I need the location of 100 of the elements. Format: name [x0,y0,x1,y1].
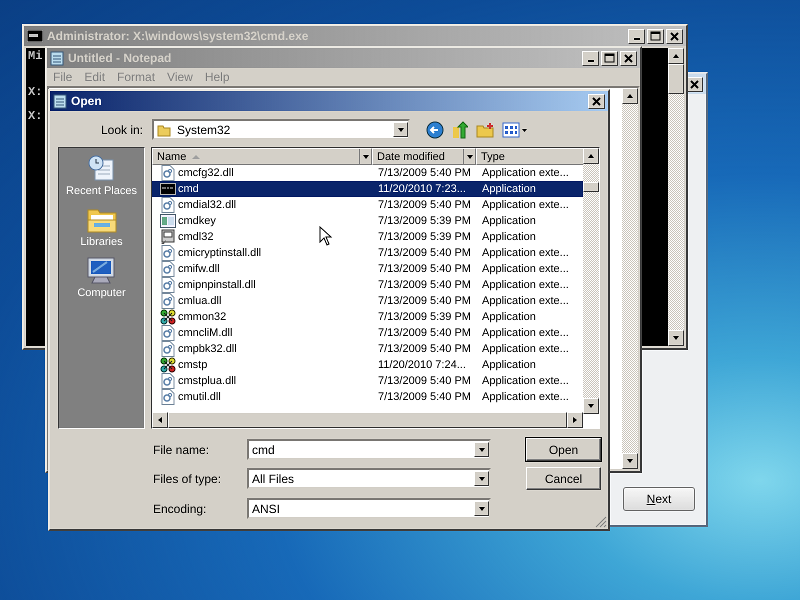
date-modified: 7/13/2009 5:40 PM [377,263,472,275]
scroll-bar[interactable] [583,148,599,414]
file-row[interactable]: cmd 11/20/2010 7:23... Application [152,181,583,197]
down-arrow-icon [587,402,595,410]
minimize-button[interactable] [628,28,645,44]
file-type: Application exte... [481,295,570,307]
cancel-button[interactable]: Cancel [526,467,601,490]
file-row[interactable]: cmdial32.dll 7/13/2009 5:40 PM Application exte... [152,197,583,213]
file-row[interactable]: cmlua.dll 7/13/2009 5:40 PM Application exte... [152,293,583,309]
file-type: Application exte... [481,199,570,211]
file-name: cmstp [178,359,208,371]
place-label[interactable]: Libraries [80,236,123,248]
file-type: Application exte... [481,375,570,387]
scroll-bar[interactable] [668,48,684,346]
file-row[interactable]: cmicryptinstall.dll 7/13/2009 5:40 PM Application exte... [152,245,583,261]
window-title: Untitled - Notepad [68,51,172,65]
scroll-thumb[interactable] [583,182,599,192]
file-name: cmdl32 [178,231,214,243]
scroll-thumb[interactable] [668,64,684,94]
file-name: cmcfg32.dll [178,167,234,179]
file-type: Application exte... [481,263,570,275]
maximize-icon [602,52,617,64]
file-type: Application exte... [481,279,570,291]
up-folder-icon[interactable] [452,120,468,138]
gear-file-icon [161,261,175,277]
back-icon[interactable] [426,120,444,138]
file-row[interactable]: cmstplua.dll 7/13/2009 5:40 PM Application exte... [152,373,583,389]
file-row[interactable]: cmstp 11/20/2010 7:24... Application [152,357,583,373]
file-type: Application exte... [481,327,570,339]
new-folder-icon[interactable] [476,122,494,138]
network-nodes-icon [160,309,176,325]
file-name: cmdkey [178,215,216,227]
file-type: Application exte... [481,167,570,179]
mouse-pointer-icon [319,226,333,246]
close-button[interactable] [620,50,637,66]
minimize-button[interactable] [582,50,599,66]
minimize-icon [588,60,594,62]
file-type: Application [481,183,537,195]
gear-file-icon [161,245,175,261]
file-row[interactable]: cmpbk32.dll 7/13/2009 5:40 PM Application exte... [152,341,583,357]
place-label[interactable]: Recent Places [66,185,137,197]
window-title: Administrator: X:\windows\system32\cmd.exe [47,29,310,43]
date-modified: 11/20/2010 7:24... [377,359,467,371]
file-row[interactable]: cmcfg32.dll 7/13/2009 5:40 PM Application exte... [152,165,583,181]
file-name: cmpbk32.dll [178,343,237,355]
encoding-dropdown[interactable]: ANSI [247,498,491,519]
look-in-label: Look in: [100,122,143,136]
date-modified: 7/13/2009 5:40 PM [377,327,472,339]
scroll-bar[interactable] [622,88,638,469]
caret-icon [396,126,404,134]
gear-file-icon [161,325,175,341]
down-arrow-icon [626,457,634,465]
file-row[interactable]: cmmon32 7/13/2009 5:39 PM Application [152,309,583,325]
gear-file-icon [161,341,175,357]
next-button[interactable]: Next [623,487,695,511]
resize-grip-icon[interactable] [595,516,607,528]
view-menu-icon[interactable] [502,122,528,138]
date-modified: 7/13/2009 5:39 PM [377,311,472,323]
file-name: cmd [178,183,199,195]
close-button[interactable] [588,94,605,108]
dialog-title: Open [71,94,103,108]
caret-icon [478,504,486,512]
gear-file-icon [161,373,175,389]
file-type: Application [481,215,537,227]
notepad-icon [50,50,64,66]
right-arrow-icon [571,416,579,424]
maximize-button[interactable] [647,28,664,44]
open-button[interactable]: Open [526,438,601,461]
column-header[interactable]: Type [476,148,583,165]
file-type-dropdown[interactable]: All Files [247,468,491,489]
file-type: Application [481,311,537,323]
up-arrow-icon [626,92,634,100]
file-row[interactable]: cmifw.dll 7/13/2009 5:40 PM Application exte... [152,261,583,277]
file-type: Application exte... [481,247,570,259]
folder-name: System32 [177,122,230,136]
file-row[interactable]: cmncliM.dll 7/13/2009 5:40 PM Application exte... [152,325,583,341]
date-modified: 7/13/2009 5:40 PM [377,343,472,355]
file-name-field[interactable]: cmd [247,439,491,460]
file-row[interactable]: cmdkey 7/13/2009 5:39 PM Application [152,213,583,229]
look-in-dropdown[interactable]: System32 [152,119,410,140]
caret-icon [466,152,474,160]
file-row[interactable]: cmdl32 7/13/2009 5:39 PM Application [152,229,583,245]
gear-file-icon [161,293,175,309]
maximize-button[interactable] [601,50,618,66]
file-name: cmipnpinstall.dll [178,279,256,291]
console-text: Mi [28,50,42,62]
column-header[interactable]: Date modified [372,148,476,165]
gear-file-icon [161,277,175,293]
field-label: Encoding: [153,502,208,516]
date-modified: 7/13/2009 5:40 PM [377,279,472,291]
computer-icon [85,256,118,286]
close-button[interactable] [666,28,683,44]
file-row[interactable]: cmipnpinstall.dll 7/13/2009 5:40 PM Application exte... [152,277,583,293]
file-name: cmlua.dll [178,295,222,307]
date-modified: 7/13/2009 5:39 PM [377,231,472,243]
column-header[interactable]: Name [152,148,372,165]
file-row[interactable]: cmutil.dll 7/13/2009 5:40 PM Application exte... [152,389,583,405]
file-name: cmdial32.dll [178,199,236,211]
minimize-icon [634,38,640,40]
place-label[interactable]: Computer [77,287,126,299]
